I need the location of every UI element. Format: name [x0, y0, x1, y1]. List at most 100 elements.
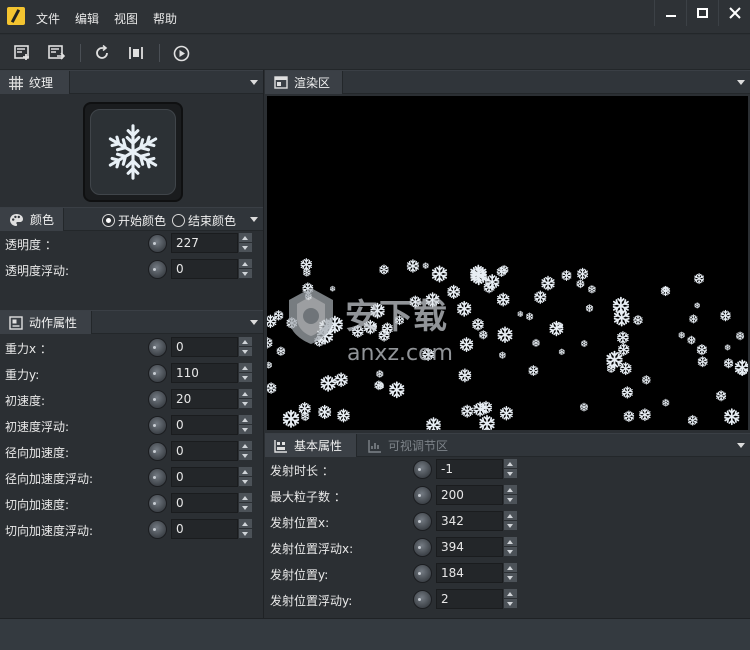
value-input[interactable]: 0 [171, 493, 238, 513]
value-dial[interactable] [148, 338, 167, 357]
value-input[interactable]: 2 [436, 589, 503, 609]
value-dial[interactable] [148, 390, 167, 409]
value-input[interactable]: 0 [171, 259, 238, 279]
increment-icon[interactable] [504, 485, 517, 495]
tab-motion[interactable]: 动作属性 [0, 311, 92, 334]
texture-panel-dropdown[interactable] [250, 80, 258, 85]
motion-panel-dropdown[interactable] [250, 320, 258, 325]
value-input[interactable]: 110 [171, 363, 238, 383]
menu-view[interactable]: 视图 [114, 10, 138, 27]
value-input[interactable]: 20 [171, 389, 238, 409]
decrement-icon[interactable] [504, 469, 517, 479]
fit-button[interactable] [126, 43, 146, 63]
menu-file[interactable]: 文件 [36, 10, 60, 27]
value-input[interactable]: 0 [171, 441, 238, 461]
spin-buttons[interactable] [504, 563, 517, 583]
menu-edit[interactable]: 编辑 [75, 10, 99, 27]
value-dial[interactable] [413, 512, 432, 531]
value-input[interactable]: 0 [171, 337, 238, 357]
color-panel-dropdown[interactable] [250, 217, 258, 222]
spin-buttons[interactable] [239, 363, 252, 383]
basic-panel-dropdown[interactable] [737, 443, 745, 448]
value-dial[interactable] [148, 260, 167, 279]
tab-visual-adjust[interactable]: 可视调节区 [359, 434, 459, 457]
value-dial[interactable] [413, 538, 432, 557]
value-dial[interactable] [148, 364, 167, 383]
value-input[interactable]: 342 [436, 511, 503, 531]
value-dial[interactable] [148, 416, 167, 435]
decrement-icon[interactable] [239, 347, 252, 357]
decrement-icon[interactable] [239, 399, 252, 409]
tab-color[interactable]: 颜色 [0, 208, 64, 231]
tab-texture[interactable]: 纹理 [0, 71, 70, 94]
increment-icon[interactable] [504, 563, 517, 573]
value-dial[interactable] [148, 494, 167, 513]
value-input[interactable]: 227 [171, 233, 238, 253]
decrement-icon[interactable] [239, 373, 252, 383]
increment-icon[interactable] [239, 467, 252, 477]
value-input[interactable]: 200 [436, 485, 503, 505]
spin-buttons[interactable] [239, 233, 252, 253]
decrement-icon[interactable] [239, 451, 252, 461]
radio-start-color[interactable]: 开始颜色 [102, 212, 166, 229]
spin-buttons[interactable] [504, 511, 517, 531]
increment-icon[interactable] [504, 589, 517, 599]
spin-buttons[interactable] [239, 389, 252, 409]
value-input[interactable]: 0 [171, 519, 238, 539]
spin-buttons[interactable] [239, 519, 252, 539]
render-panel-dropdown[interactable] [737, 80, 745, 85]
spin-buttons[interactable] [504, 485, 517, 505]
decrement-icon[interactable] [239, 425, 252, 435]
spin-buttons[interactable] [239, 441, 252, 461]
increment-icon[interactable] [504, 511, 517, 521]
radio-end-color[interactable]: 结束颜色 [172, 212, 236, 229]
reset-button[interactable] [92, 43, 112, 63]
value-dial[interactable] [413, 564, 432, 583]
decrement-icon[interactable] [239, 503, 252, 513]
spin-buttons[interactable] [239, 415, 252, 435]
render-canvas[interactable]: 安下载 anxz.com [267, 96, 748, 430]
value-dial[interactable] [413, 590, 432, 609]
spin-buttons[interactable] [239, 493, 252, 513]
spin-buttons[interactable] [504, 537, 517, 557]
new-emitter-button[interactable] [13, 43, 33, 63]
value-dial[interactable] [148, 520, 167, 539]
increment-icon[interactable] [504, 459, 517, 469]
value-input[interactable]: 0 [171, 467, 238, 487]
increment-icon[interactable] [239, 441, 252, 451]
minimize-button[interactable] [654, 0, 686, 26]
value-dial[interactable] [413, 486, 432, 505]
tab-basic-properties[interactable]: 基本属性 [265, 434, 357, 457]
maximize-button[interactable] [686, 0, 718, 26]
increment-icon[interactable] [239, 415, 252, 425]
spin-buttons[interactable] [239, 259, 252, 279]
spin-buttons[interactable] [504, 459, 517, 479]
value-input[interactable]: 184 [436, 563, 503, 583]
increment-icon[interactable] [239, 233, 252, 243]
value-dial[interactable] [148, 468, 167, 487]
value-dial[interactable] [413, 460, 432, 479]
decrement-icon[interactable] [239, 269, 252, 279]
decrement-icon[interactable] [504, 521, 517, 531]
value-dial[interactable] [148, 442, 167, 461]
spin-buttons[interactable] [504, 589, 517, 609]
increment-icon[interactable] [239, 337, 252, 347]
increment-icon[interactable] [239, 363, 252, 373]
play-button[interactable] [171, 43, 191, 63]
spin-buttons[interactable] [239, 467, 252, 487]
decrement-icon[interactable] [239, 529, 252, 539]
decrement-icon[interactable] [504, 599, 517, 609]
increment-icon[interactable] [239, 519, 252, 529]
decrement-icon[interactable] [504, 547, 517, 557]
decrement-icon[interactable] [504, 495, 517, 505]
decrement-icon[interactable] [504, 573, 517, 583]
value-dial[interactable] [148, 234, 167, 253]
texture-preview[interactable] [83, 102, 183, 202]
increment-icon[interactable] [239, 259, 252, 269]
decrement-icon[interactable] [239, 477, 252, 487]
value-input[interactable]: 394 [436, 537, 503, 557]
value-input[interactable]: -1 [436, 459, 503, 479]
increment-icon[interactable] [239, 389, 252, 399]
close-button[interactable] [718, 0, 750, 26]
export-button[interactable] [47, 43, 67, 63]
